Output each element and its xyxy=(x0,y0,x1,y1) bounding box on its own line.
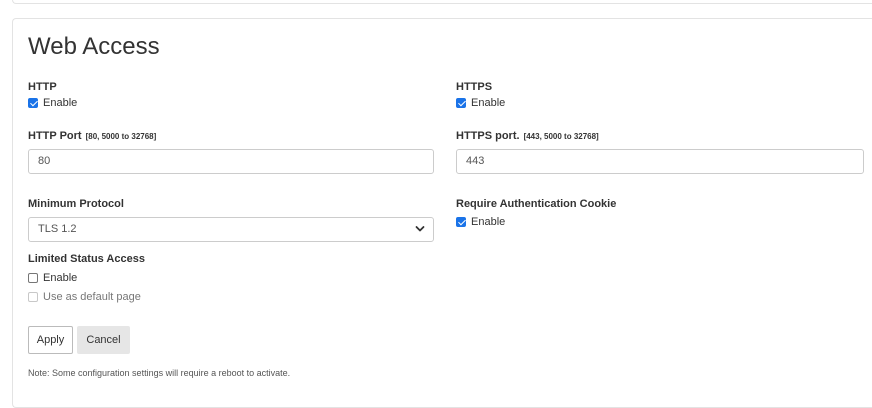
auth-cookie-enable-label: Enable xyxy=(471,216,506,228)
previous-panel-edge xyxy=(12,0,872,4)
auth-cookie-enable-row[interactable]: Enable xyxy=(456,215,505,229)
limited-status-label: Limited Status Access xyxy=(28,253,145,265)
page-title: Web Access xyxy=(28,33,160,60)
default-page-label: Use as default page xyxy=(43,291,141,303)
chevron-down-icon xyxy=(415,226,425,232)
http-enable-row[interactable]: Enable xyxy=(28,96,77,110)
https-port-label: HTTPS port. [443, 5000 to 32768] xyxy=(456,130,599,142)
https-enable-label: Enable xyxy=(471,97,506,109)
https-port-hint: [443, 5000 to 32768] xyxy=(523,132,599,141)
http-label: HTTP xyxy=(28,81,57,93)
minimum-protocol-label: Minimum Protocol xyxy=(28,198,124,210)
http-enable-label: Enable xyxy=(43,97,78,109)
http-port-input[interactable]: 80 xyxy=(28,149,434,174)
http-port-label: HTTP Port [80, 5000 to 32768] xyxy=(28,130,156,142)
default-page-row: Use as default page xyxy=(28,290,141,304)
minimum-protocol-select[interactable]: TLS 1.2 xyxy=(28,217,434,242)
https-label: HTTPS xyxy=(456,81,493,93)
cancel-button[interactable]: Cancel xyxy=(77,326,130,354)
auth-cookie-enable-checkbox[interactable] xyxy=(456,217,466,227)
limited-status-enable-checkbox[interactable] xyxy=(28,273,38,283)
web-access-panel xyxy=(12,18,872,408)
https-port-input[interactable]: 443 xyxy=(456,149,864,174)
http-port-hint: [80, 5000 to 32768] xyxy=(85,132,157,141)
minimum-protocol-value: TLS 1.2 xyxy=(38,223,77,235)
http-port-label-text: HTTP Port xyxy=(28,130,82,142)
limited-status-enable-row[interactable]: Enable xyxy=(28,271,77,285)
https-enable-checkbox[interactable] xyxy=(456,98,466,108)
default-page-checkbox xyxy=(28,292,38,302)
https-enable-row[interactable]: Enable xyxy=(456,96,505,110)
http-enable-checkbox[interactable] xyxy=(28,98,38,108)
reboot-note: Note: Some configuration settings will r… xyxy=(28,368,291,378)
limited-status-enable-label: Enable xyxy=(43,272,78,284)
apply-button[interactable]: Apply xyxy=(28,326,73,354)
https-port-label-text: HTTPS port. xyxy=(456,130,520,142)
auth-cookie-label: Require Authentication Cookie xyxy=(456,198,617,210)
